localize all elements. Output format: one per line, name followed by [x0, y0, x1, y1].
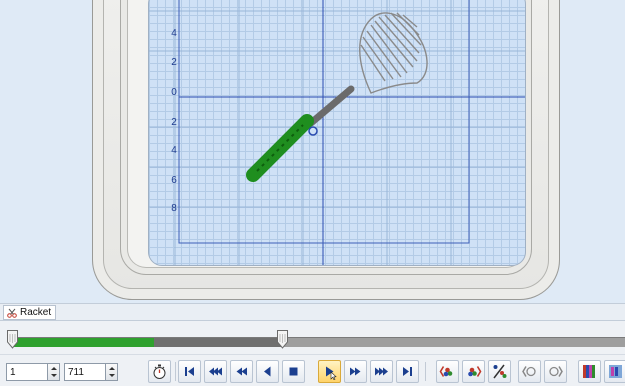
- ruler-label: 0: [171, 87, 177, 98]
- end-slider-handle[interactable]: [277, 330, 289, 349]
- toolbar-separator: [425, 362, 426, 381]
- prev-color-icon: [439, 366, 453, 377]
- end-stitch-spinner: [64, 363, 118, 381]
- start-stitch-input[interactable]: [6, 363, 48, 381]
- hoop-grid[interactable]: 6 4 2 0 2 4 6 8: [148, 0, 526, 266]
- stitch-progress-remaining: [153, 338, 283, 347]
- back-button[interactable]: [230, 360, 253, 383]
- go-to-start-button[interactable]: [178, 360, 201, 383]
- prev-object-button[interactable]: [518, 360, 541, 383]
- ruler-label: 6: [171, 175, 177, 186]
- forward-fast-button[interactable]: [370, 360, 393, 383]
- racket-shaft: [307, 85, 355, 127]
- prev-color-button[interactable]: [436, 360, 459, 383]
- needle-position-marker: [308, 126, 318, 136]
- color-palette-button[interactable]: [578, 360, 601, 383]
- prev-object-icon: [522, 366, 536, 377]
- end-stitch-input[interactable]: [64, 363, 106, 381]
- color-palette-icon: [583, 365, 595, 378]
- stop-button[interactable]: [282, 360, 305, 383]
- play-button[interactable]: [318, 360, 341, 383]
- stitch-progress-track[interactable]: [13, 337, 625, 347]
- start-stitch-spin-button[interactable]: [48, 363, 60, 381]
- next-color-button[interactable]: [462, 360, 485, 383]
- step-back-button[interactable]: [256, 360, 279, 383]
- racket-strings: [359, 12, 428, 94]
- scissors-icon: [7, 308, 17, 318]
- toolbar-separator: [175, 362, 176, 381]
- start-slider-handle[interactable]: [7, 330, 18, 349]
- design-drawing: [149, 0, 525, 265]
- embroidery-simulator: 6 4 2 0 2 4 6 8 Racket: [0, 0, 625, 386]
- color-percent-icon: [493, 364, 507, 379]
- go-to-start-icon: [185, 367, 194, 376]
- go-to-end-button[interactable]: [396, 360, 419, 383]
- forward-fast-icon: [375, 367, 388, 376]
- color-percent-button[interactable]: [488, 360, 511, 383]
- back-fast-icon: [209, 367, 222, 376]
- stop-icon: [289, 367, 298, 376]
- next-object-button[interactable]: [544, 360, 567, 383]
- object-item-label: Racket: [20, 307, 52, 318]
- stitch-progress-fill: [13, 338, 154, 347]
- end-stitch-spin-button[interactable]: [106, 363, 118, 381]
- ruler-label: 4: [171, 145, 177, 156]
- color-bars-icon: [609, 365, 622, 378]
- design-canvas[interactable]: 6 4 2 0 2 4 6 8: [0, 0, 625, 303]
- object-list-strip: Racket: [0, 303, 625, 321]
- simulation-toolbar: [0, 354, 625, 386]
- ruler-label: 4: [171, 28, 177, 39]
- step-back-icon: [264, 366, 271, 377]
- object-item-racket[interactable]: Racket: [3, 305, 57, 320]
- stopwatch-icon: [153, 364, 166, 379]
- stopwatch-button[interactable]: [148, 360, 171, 383]
- ruler-label: 8: [171, 203, 177, 214]
- go-to-end-icon: [403, 367, 412, 376]
- back-icon: [236, 367, 247, 376]
- next-object-icon: [549, 366, 563, 377]
- color-bars-button[interactable]: [604, 360, 625, 383]
- ruler-label: 2: [171, 117, 177, 128]
- step-forward-button[interactable]: [344, 360, 367, 383]
- play-icon: [326, 366, 337, 380]
- next-color-icon: [468, 366, 482, 377]
- step-forward-icon: [350, 367, 361, 376]
- start-stitch-spinner: [6, 363, 60, 381]
- back-fast-button[interactable]: [204, 360, 227, 383]
- stitch-progress-row: [0, 321, 625, 354]
- ruler-label: 2: [171, 57, 177, 68]
